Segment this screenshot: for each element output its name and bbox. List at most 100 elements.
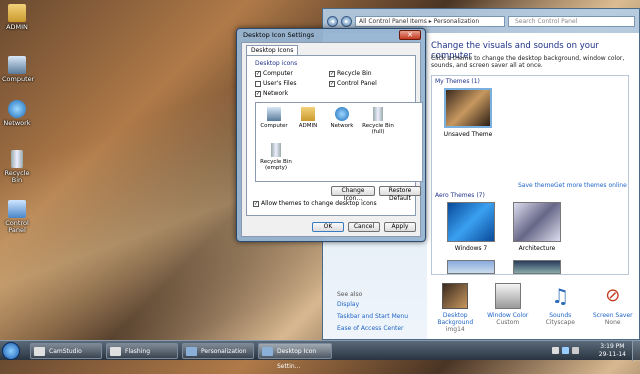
taskbar-item-personalization[interactable]: Personalization xyxy=(182,343,254,359)
app-window-icon xyxy=(262,347,273,356)
tray-volume-icon[interactable] xyxy=(572,347,579,354)
desktop-icon-recycle-bin[interactable]: Recycle Bin xyxy=(2,150,32,184)
theme-thumbnail xyxy=(513,202,561,242)
checkbox-box[interactable]: ✓ xyxy=(255,70,261,77)
desktop-icon-computer[interactable]: Computer xyxy=(2,56,34,83)
desktop-icons-group-label: Desktop icons xyxy=(255,60,298,67)
sounds-value: Cityscape xyxy=(545,319,575,326)
user-folder-icon xyxy=(301,107,315,121)
checkbox-label: Allow themes to change desktop icons xyxy=(261,200,377,207)
ok-button[interactable]: OK xyxy=(312,222,344,232)
clock-date: 29-11-14 xyxy=(598,351,626,358)
link-display[interactable]: Display xyxy=(337,301,359,308)
theme-architecture[interactable]: Architecture xyxy=(506,202,568,252)
screen-saver-icon: ⊘ xyxy=(605,285,621,306)
my-themes-heading: My Themes (1) xyxy=(435,78,480,85)
system-clock[interactable]: 3:19 PM 29-11-14 xyxy=(599,343,626,359)
save-theme-link[interactable]: Save theme xyxy=(518,182,554,189)
taskbar-item-label: Personalization xyxy=(201,348,247,355)
checkbox-label: Computer xyxy=(263,70,293,77)
desktop-background-icon xyxy=(442,283,469,309)
show-desktop-button[interactable] xyxy=(632,341,640,361)
taskbar-item-label: Flashing xyxy=(125,348,151,355)
checkbox-allow-themes[interactable]: ✓ Allow themes to change desktop icons xyxy=(253,200,377,207)
theme-label: Unsaved Theme xyxy=(443,131,493,138)
tray-flag-icon[interactable] xyxy=(552,347,559,354)
taskbar-item-flashing[interactable]: Flashing xyxy=(106,343,178,359)
tab-panel: Desktop icons ✓ Computer User's Files ✓ … xyxy=(246,55,423,216)
checkbox-label: Control Panel xyxy=(337,80,377,87)
taskbar-item-label: Desktop Icon Settin... xyxy=(277,348,317,370)
window-color-button[interactable]: Window Color Custom xyxy=(486,281,530,341)
theme-fourth[interactable] xyxy=(506,260,568,277)
search-input[interactable]: Search Control Panel xyxy=(508,15,635,27)
aero-themes-heading: Aero Themes (7) xyxy=(435,192,485,199)
computer-icon xyxy=(267,107,281,121)
link-ease-of-access[interactable]: Ease of Access Center xyxy=(337,325,404,332)
checkbox-label: Network xyxy=(263,90,289,97)
checkbox-box[interactable] xyxy=(255,80,261,87)
checkbox-recycle-bin[interactable]: ✓ Recycle Bin xyxy=(329,70,372,77)
checkbox-control-panel[interactable]: ✓ Control Panel xyxy=(329,80,377,87)
checkbox-box[interactable]: ✓ xyxy=(329,70,335,77)
screen-saver-value: None xyxy=(604,319,621,326)
screen-saver-button[interactable]: ⊘ Screen Saver None xyxy=(591,281,635,341)
dialog-content: Desktop Icons Desktop icons ✓ Computer U… xyxy=(241,42,423,237)
checkbox-computer[interactable]: ✓ Computer xyxy=(255,70,293,77)
theme-thumbnail xyxy=(513,260,561,274)
recycle-bin-empty-icon xyxy=(271,143,281,157)
close-button[interactable]: ✕ xyxy=(399,30,421,40)
taskbar-item-desktop-icon-settings[interactable]: Desktop Icon Settin... xyxy=(258,343,332,370)
theme-windows-7[interactable]: Windows 7 xyxy=(440,202,502,252)
desktop-icon-label: Network xyxy=(3,119,31,127)
preview-computer[interactable]: Computer xyxy=(258,107,290,129)
screen-saver-label: Screen Saver xyxy=(592,312,633,319)
checkbox-label: User's Files xyxy=(263,80,297,87)
start-button[interactable] xyxy=(2,342,20,360)
desktop-icon-label: ADMIN xyxy=(6,23,28,31)
theme-unsaved[interactable]: Unsaved Theme xyxy=(437,88,499,138)
desktop-icon-control-panel[interactable]: Control Panel xyxy=(2,200,32,234)
checkbox-box[interactable]: ✓ xyxy=(255,90,261,97)
theme-third[interactable] xyxy=(440,260,502,277)
back-button[interactable]: ◂ xyxy=(327,15,338,27)
desktop-background-label: Desktop Background xyxy=(437,312,474,326)
theme-label: Windows 7 xyxy=(454,245,488,252)
desktop-icon-label: Control Panel xyxy=(5,219,29,234)
icon-preview-list: Computer ADMIN Network Recycle Bin (full… xyxy=(255,102,423,182)
window-color-label: Window Color xyxy=(487,312,529,319)
personalization-settings-bar: Desktop Background img14 Window Color Cu… xyxy=(429,281,639,341)
preview-recycle-bin-empty[interactable]: Recycle Bin (empty) xyxy=(258,143,294,171)
taskbar-item-camstudio[interactable]: CamStudio xyxy=(30,343,102,359)
tab-desktop-icons[interactable]: Desktop Icons xyxy=(246,45,299,55)
preview-label: Recycle Bin (empty) xyxy=(260,159,292,171)
tray-network-icon[interactable] xyxy=(562,347,569,354)
theme-thumbnail xyxy=(447,202,495,242)
apply-button[interactable]: Apply xyxy=(384,222,416,232)
link-taskbar-start-menu[interactable]: Taskbar and Start Menu xyxy=(337,313,408,320)
checkbox-users-files[interactable]: User's Files xyxy=(255,80,297,87)
restore-default-button[interactable]: Restore Default xyxy=(379,186,421,202)
address-bar[interactable]: All Control Panel Items ▸ Personalizatio… xyxy=(355,15,505,27)
forward-button[interactable]: ▸ xyxy=(341,15,352,27)
get-more-themes-link[interactable]: Get more themes online xyxy=(554,182,627,189)
desktop-background-button[interactable]: Desktop Background img14 xyxy=(433,281,477,341)
checkbox-box[interactable]: ✓ xyxy=(329,80,335,87)
checkbox-box[interactable]: ✓ xyxy=(253,200,259,207)
window-color-icon xyxy=(494,283,521,309)
cancel-button[interactable]: Cancel xyxy=(348,222,380,232)
change-icon-button[interactable]: Change Icon... xyxy=(331,186,375,202)
preview-network[interactable]: Network xyxy=(326,107,358,129)
sounds-button[interactable]: ♫ Sounds Cityscape xyxy=(538,281,582,341)
preview-label: Computer xyxy=(260,123,288,129)
recycle-bin-icon xyxy=(11,150,23,168)
checkbox-network[interactable]: ✓ Network xyxy=(255,90,288,97)
window-color-value: Custom xyxy=(496,319,520,326)
desktop-icon-network[interactable]: Network xyxy=(2,100,32,127)
preview-label: ADMIN xyxy=(298,123,318,129)
dialog-title: Desktop Icon Settings xyxy=(243,31,315,39)
preview-admin[interactable]: ADMIN xyxy=(292,107,324,129)
see-also-heading: See also xyxy=(337,291,363,298)
desktop-icon-admin[interactable]: ADMIN xyxy=(2,4,32,31)
preview-recycle-bin-full[interactable]: Recycle Bin (full) xyxy=(360,107,396,135)
